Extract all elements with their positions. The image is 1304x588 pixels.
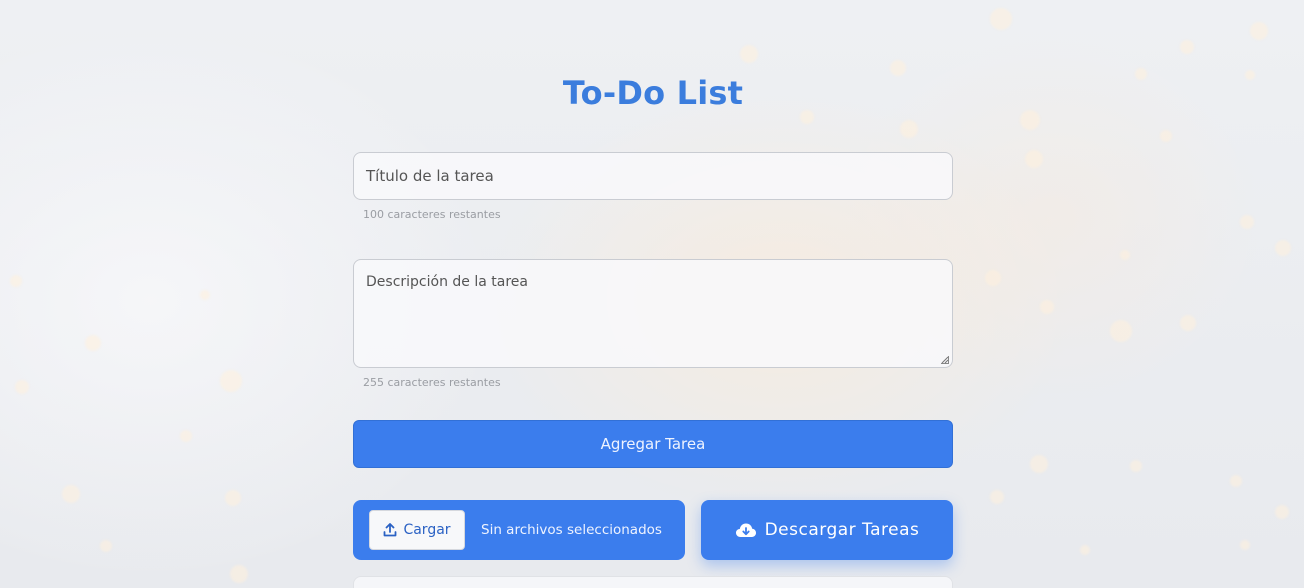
download-tasks-button[interactable]: Descargar Tareas [701, 500, 953, 560]
task-title-placeholder: Título de la tarea [366, 167, 494, 185]
file-upload-control: Cargar Sin archivos seleccionados [353, 500, 685, 560]
add-task-button[interactable]: Agregar Tarea [353, 420, 953, 468]
upload-button-label: Cargar [403, 522, 451, 538]
upload-icon [383, 523, 397, 537]
task-description-placeholder: Descripción de la tarea [366, 274, 528, 290]
task-description-input[interactable]: Descripción de la tarea [353, 259, 953, 368]
task-list [353, 576, 953, 588]
cloud-download-icon [735, 522, 757, 538]
upload-status-text: Sin archivos seleccionados [481, 522, 662, 538]
title-char-counter: 100 caracteres restantes [363, 208, 501, 221]
page-title: To-Do List [562, 74, 744, 112]
task-title-input[interactable]: Título de la tarea [353, 152, 953, 200]
upload-button[interactable]: Cargar [369, 510, 465, 550]
download-button-label: Descargar Tareas [764, 520, 920, 540]
resize-handle-icon[interactable] [941, 356, 949, 364]
description-char-counter: 255 caracteres restantes [363, 376, 501, 389]
